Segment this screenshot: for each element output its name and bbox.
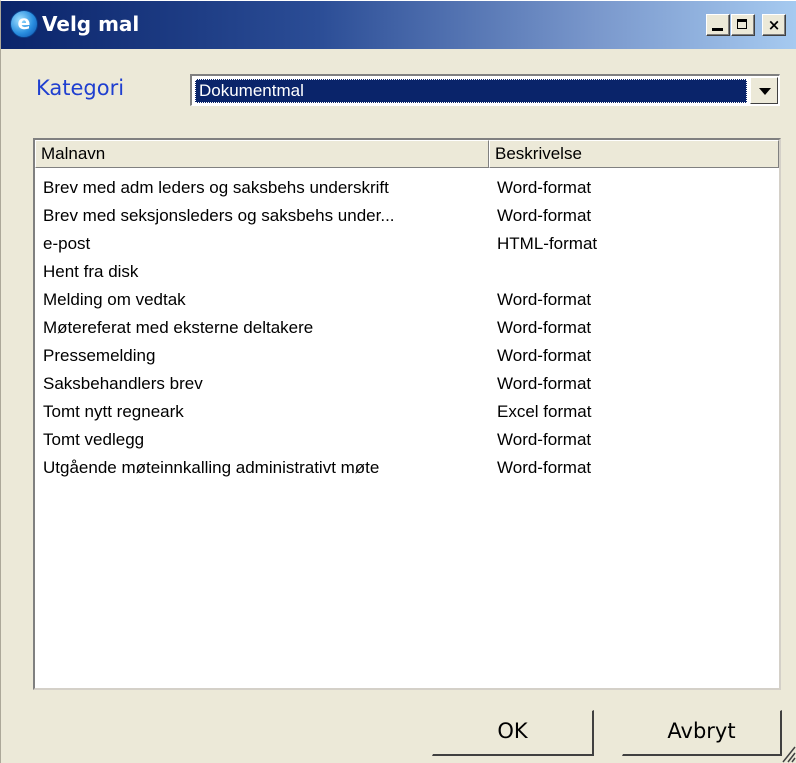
row-description: Word-format [497,430,592,449]
row-description: Word-format [497,374,592,393]
list-row[interactable]: Melding om vedtak Word-format [35,286,779,314]
title-bar[interactable]: e Velg mal × [0,0,796,49]
dropdown-button[interactable] [750,77,778,104]
ok-button[interactable]: OK [432,710,594,756]
row-name: Tomt nytt regneark [43,402,184,421]
column-header-description[interactable]: Beskrivelse [489,140,779,168]
row-description: Excel format [497,402,592,421]
row-name: Saksbehandlers brev [43,374,203,393]
column-header-name[interactable]: Malnavn [35,140,489,168]
template-list[interactable]: Malnavn Beskrivelse Brev med adm leders … [33,138,781,690]
row-name: Møtereferat med eksterne deltakere [43,318,314,337]
row-description: Word-format [497,178,592,197]
row-name: Utgående møteinnkalling administrativt m… [43,458,380,477]
list-row[interactable]: Pressemelding Word-format [35,342,779,370]
window-title: Velg mal [42,12,140,36]
list-row[interactable]: Møtereferat med eksterne deltakere Word-f… [35,314,779,342]
row-name: Pressemelding [43,346,156,365]
row-name: e-post [43,234,91,253]
category-select[interactable]: Dokumentmal [190,74,780,106]
maximize-icon [737,19,747,29]
row-description: Word-format [497,206,592,225]
maximize-button[interactable] [731,14,755,36]
category-label: Kategori [36,76,125,100]
row-name: Brev med seksjonsleders og saksbehs unde… [43,206,395,225]
cancel-button[interactable]: Avbryt [622,710,782,756]
row-description: Word-format [497,318,592,337]
resize-grip-icon[interactable] [781,743,796,763]
ie-e-icon: e [10,10,38,38]
list-rows: Brev med adm leders og saksbehs underskr… [35,174,779,482]
row-name: Tomt vedlegg [43,430,145,449]
list-row[interactable]: Hent fra disk [35,258,779,286]
row-description: Word-format [497,290,592,309]
row-name: Brev med adm leders og saksbehs underskr… [43,178,389,197]
row-name: Hent fra disk [43,262,139,281]
list-row[interactable]: Tomt vedlegg Word-format [35,426,779,454]
dialog-window: e Velg mal × Kategori Dokumentmal Malnav… [0,0,796,763]
row-description: Word-format [497,346,592,365]
list-row[interactable]: Utgående møteinnkalling administrativt m… [35,454,779,482]
category-selected-value[interactable]: Dokumentmal [195,79,747,103]
chevron-down-icon [759,88,771,95]
row-description: HTML-format [497,234,598,253]
list-row[interactable]: Brev med adm leders og saksbehs underskr… [35,174,779,202]
row-name: Melding om vedtak [43,290,186,309]
minimize-icon [712,28,723,31]
list-row[interactable]: e-post HTML-format [35,230,779,258]
list-header: Malnavn Beskrivelse [35,140,779,168]
close-icon: × [767,16,781,34]
list-row[interactable]: Brev med seksjonsleders og saksbehs unde… [35,202,779,230]
list-row[interactable]: Saksbehandlers brev Word-format [35,370,779,398]
row-description: Word-format [497,458,592,477]
list-row[interactable]: Tomt nytt regneark Excel format [35,398,779,426]
minimize-button[interactable] [706,14,730,36]
close-button[interactable]: × [762,14,786,36]
